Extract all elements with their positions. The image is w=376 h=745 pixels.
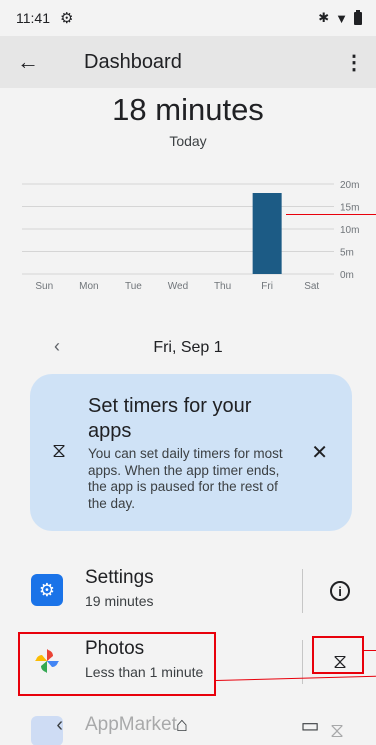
settings-gear-icon: ⚙: [60, 10, 74, 27]
settings-app-icon: ⚙: [31, 574, 63, 606]
bar-fri[interactable]: [252, 193, 282, 274]
battery-icon: [354, 9, 362, 25]
close-icon[interactable]: ✕: [311, 440, 328, 465]
page-title: Dashboard: [84, 50, 182, 73]
wifi-icon: ▼: [335, 10, 348, 26]
total-usage: 18 minutes: [112, 92, 264, 127]
card-body: You can set daily timers for most apps. …: [88, 446, 283, 511]
bluetooth-icon: ✱: [318, 10, 330, 25]
x-tick-label: Sun: [35, 281, 53, 292]
app-usage: 19 minutes: [85, 593, 154, 609]
x-tick-label: Wed: [168, 281, 188, 292]
date-navigator: ‹ Fri, Sep 1: [0, 330, 376, 366]
nav-back-icon[interactable]: ‹: [56, 714, 63, 737]
highlight-box-photos: [18, 632, 216, 696]
y-tick-label: 5m: [340, 248, 354, 259]
hourglass-icon: ⧖: [52, 440, 67, 462]
annotation-line: [286, 214, 376, 215]
nav-home-icon[interactable]: ⌂: [176, 714, 188, 737]
card-title: Set timers for your apps: [88, 395, 252, 442]
status-time: 11:41: [16, 10, 50, 26]
annotation-line: [364, 650, 376, 651]
highlight-box-timer: [312, 636, 364, 674]
x-tick-label: Tue: [125, 281, 142, 292]
x-tick-label: Thu: [214, 281, 231, 292]
timer-suggestion-card: ⧖ Set timers for your apps You can set d…: [30, 374, 352, 531]
y-tick-label: 15m: [340, 203, 359, 214]
app-name: Settings: [85, 567, 154, 588]
more-options-icon[interactable]: ⋮: [332, 50, 376, 75]
usage-chart-svg: 20m 15m 10m 5m 0m Sun Mon Tue Wed Thu Fri Sat: [22, 180, 359, 292]
back-arrow-icon[interactable]: ←: [0, 49, 56, 75]
x-tick-label: Fri: [261, 281, 273, 292]
y-tick-label: 10m: [340, 225, 359, 236]
usage-chart: 20m 15m 10m 5m 0m Sun Mon Tue Wed Thu Fri Sat: [0, 170, 376, 300]
usage-period: Today: [169, 133, 207, 149]
nav-recents-icon[interactable]: ▭: [301, 713, 320, 738]
info-icon[interactable]: i: [322, 573, 358, 609]
y-tick-label: 20m: [340, 180, 359, 191]
app-bar: ← Dashboard ⋮: [0, 36, 376, 88]
status-icons: ✱ ▼: [318, 9, 362, 26]
y-tick-label: 0m: [340, 270, 354, 281]
status-bar: 11:41 ⚙ ✱ ▼: [0, 0, 376, 36]
x-tick-label: Sat: [304, 281, 319, 292]
system-nav-bar: ‹ ⌂ ▭: [0, 706, 376, 745]
app-row-settings[interactable]: ⚙ Settings 19 minutes i: [0, 561, 376, 623]
x-tick-label: Mon: [79, 281, 98, 292]
selected-date: Fri, Sep 1: [153, 339, 223, 356]
divider: [302, 569, 303, 613]
